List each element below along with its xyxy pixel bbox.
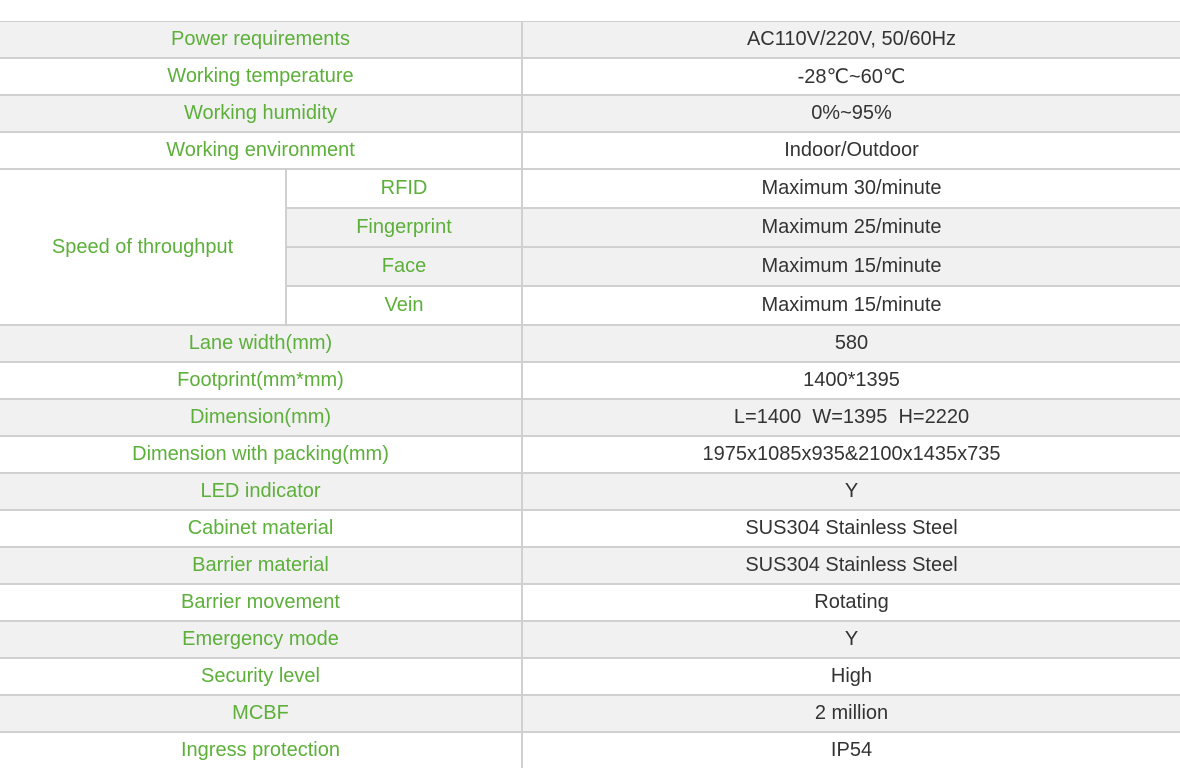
spec-value: Indoor/Outdoor <box>522 131 1180 169</box>
spec-row: Cabinet material SUS304 Stainless Steel <box>0 509 1180 547</box>
spec-label: LED indicator <box>0 472 523 510</box>
spec-row: Working temperature -28℃~60℃ <box>0 57 1180 95</box>
spec-label: Working environment <box>0 131 523 169</box>
spec-row: LED indicator Y <box>0 472 1180 510</box>
spec-value: Maximum 30/minute <box>522 168 1180 208</box>
spec-row: Speed of throughput RFID Maximum 30/minu… <box>0 168 1180 325</box>
spec-sublabel: Vein <box>285 285 523 325</box>
spec-value: 1975x1085x935&2100x1435x735 <box>522 435 1180 473</box>
spec-group-label: Speed of throughput <box>0 168 287 325</box>
spec-row: Dimension with packing(mm) 1975x1085x935… <box>0 435 1180 473</box>
spec-row: Dimension(mm) L=1400 W=1395 H=2220 <box>0 398 1180 436</box>
spec-row: Security level High <box>0 657 1180 695</box>
spec-value: Maximum 25/minute <box>522 207 1180 247</box>
spec-value: Y <box>522 472 1180 510</box>
spec-label: Barrier movement <box>0 583 523 621</box>
spec-value: 580 <box>522 324 1180 362</box>
spec-value: -28℃~60℃ <box>522 57 1180 95</box>
spec-value: 2 million <box>522 694 1180 732</box>
spec-sublabel: Face <box>285 246 523 286</box>
spec-label: Emergency mode <box>0 620 523 658</box>
spec-label: Cabinet material <box>0 509 523 547</box>
spec-value: SUS304 Stainless Steel <box>522 546 1180 584</box>
spec-row: Working humidity 0%~95% <box>0 94 1180 132</box>
spec-row: Lane width(mm) 580 <box>0 324 1180 362</box>
spec-label: Security level <box>0 657 523 695</box>
spec-sublabel: Fingerprint <box>285 207 523 247</box>
spec-value: SUS304 Stainless Steel <box>522 509 1180 547</box>
spec-label: Working temperature <box>0 57 523 95</box>
spec-row: Footprint(mm*mm) 1400*1395 <box>0 361 1180 399</box>
spec-value: IP54 <box>522 731 1180 768</box>
spec-row: MCBF 2 million <box>0 694 1180 732</box>
spec-label: Dimension(mm) <box>0 398 523 436</box>
spec-label: Ingress protection <box>0 731 523 768</box>
spec-sublabel: RFID <box>285 168 523 208</box>
spec-row: Barrier material SUS304 Stainless Steel <box>0 546 1180 584</box>
spec-label: Footprint(mm*mm) <box>0 361 523 399</box>
spec-value: 0%~95% <box>522 94 1180 132</box>
spec-label: Barrier material <box>0 546 523 584</box>
spec-label: Power requirements <box>0 21 523 58</box>
spec-value: Rotating <box>522 583 1180 621</box>
spec-row: Emergency mode Y <box>0 620 1180 658</box>
spec-label: Working humidity <box>0 94 523 132</box>
spec-value: AC110V/220V, 50/60Hz <box>522 21 1180 58</box>
spec-table: Power requirements AC110V/220V, 50/60Hz … <box>0 21 1180 768</box>
spec-value: Maximum 15/minute <box>522 285 1180 325</box>
spec-label: Dimension with packing(mm) <box>0 435 523 473</box>
spec-value: 1400*1395 <box>522 361 1180 399</box>
spec-row: Ingress protection IP54 <box>0 731 1180 768</box>
spec-label: Lane width(mm) <box>0 324 523 362</box>
spec-value: L=1400 W=1395 H=2220 <box>522 398 1180 436</box>
spec-value: High <box>522 657 1180 695</box>
spec-row: Barrier movement Rotating <box>0 583 1180 621</box>
spec-value: Maximum 15/minute <box>522 246 1180 286</box>
spec-row: Working environment Indoor/Outdoor <box>0 131 1180 169</box>
spec-label: MCBF <box>0 694 523 732</box>
spec-value: Y <box>522 620 1180 658</box>
spec-row: Power requirements AC110V/220V, 50/60Hz <box>0 21 1180 58</box>
